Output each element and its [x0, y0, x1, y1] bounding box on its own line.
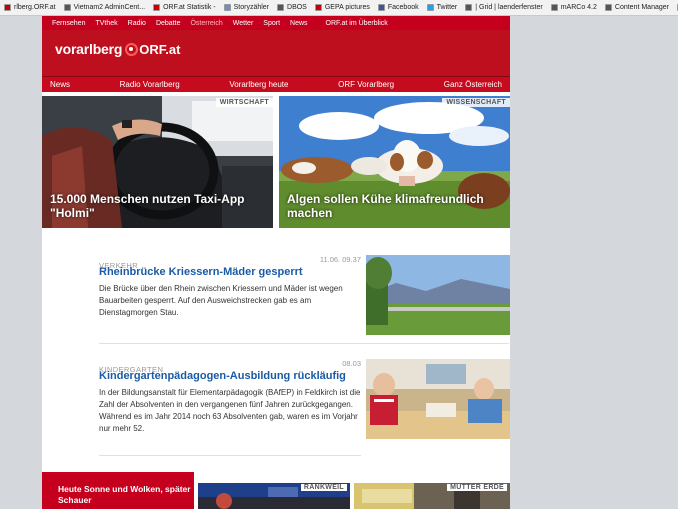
top-nav-item[interactable]: TVthek: [85, 20, 117, 27]
bookmark-favicon-icon: [153, 4, 161, 11]
bookmark-item[interactable]: Cumulus: [673, 4, 678, 11]
top-nav-item[interactable]: Wetter: [223, 20, 254, 27]
bookmark-favicon-icon: [426, 4, 434, 11]
bookmark-label: Content Manager: [614, 4, 669, 11]
article-thumb-bridge[interactable]: [366, 255, 510, 335]
bookmarks-bar: rlberg.ORF.at Vietnam2 AdminCent... ORF.at…: [0, 0, 678, 16]
bookmark-favicon-icon: [314, 4, 322, 11]
bookmark-favicon-icon: [550, 4, 558, 11]
top-nav-item[interactable]: Österreich: [180, 20, 222, 27]
section-nav-item[interactable]: ORF Vorarlberg: [338, 80, 394, 89]
top-nav-item[interactable]: ORF.at im Überblick: [316, 20, 388, 27]
bookmark-item[interactable]: Storyzähler: [220, 4, 273, 11]
article-text: In der Bildungsanstalt für Elementarpäda…: [99, 388, 361, 433]
article-rheinbruecke[interactable]: VERKEHR 11.06. 09.37 Rheinbrücke Kriesse…: [99, 255, 510, 335]
top-nav-item[interactable]: Debatte: [146, 20, 181, 27]
article-divider: [99, 343, 509, 344]
bookmark-label: GEPA pictures: [324, 4, 370, 11]
bookmark-item[interactable]: Facebook: [374, 4, 423, 11]
site-header: vorarlberg ORF.at: [42, 30, 510, 76]
bookmark-item[interactable]: rlberg.ORF.at: [0, 4, 60, 11]
bookmark-favicon-icon: [63, 4, 71, 11]
article-meta: KINDERGARTEN 08.03: [99, 359, 361, 374]
article-meta: VERKEHR 11.06. 09.37: [99, 255, 361, 270]
section-navigation: News Radio Vorarlberg Vorarlberg heute ORF …: [42, 76, 510, 92]
top-nav-item[interactable]: Sport: [253, 20, 280, 27]
bookmark-item[interactable]: GEPA pictures: [311, 4, 374, 11]
bookmark-label: mARCo 4.2: [560, 4, 597, 11]
teaser-title[interactable]: 15.000 Menschen nutzen Taxi-App "Holmi": [50, 192, 267, 220]
logo-region: vorarlberg: [55, 41, 123, 57]
bookmark-item[interactable]: | Grid | laenderfenster: [461, 4, 546, 11]
article-headline[interactable]: Rheinbrücke Kriessern-Mäder gesperrt: [99, 266, 361, 279]
bookmark-favicon-icon: [604, 4, 612, 11]
bookmark-item[interactable]: DBOS: [273, 4, 311, 11]
section-nav-item[interactable]: Radio Vorarlberg: [120, 80, 180, 89]
bookmark-label: Storyzähler: [233, 4, 270, 11]
article-thumb-classroom[interactable]: [366, 359, 510, 439]
bookmark-label: ORF.at Statistik -: [163, 4, 216, 11]
section-nav-item[interactable]: News: [50, 80, 70, 89]
bookmark-item[interactable]: Content Manager: [601, 4, 673, 11]
bookmark-favicon-icon: [4, 4, 11, 11]
article-time: 08.03: [342, 359, 361, 368]
bookmark-label: DBOS: [287, 4, 307, 11]
teaser-title[interactable]: Algen sollen Kühe klimafreundlich machen: [287, 192, 504, 220]
top-nav-item[interactable]: Radio: [118, 20, 146, 27]
orf-eye-icon: [125, 42, 139, 56]
section-nav-item[interactable]: Ganz Österreich: [444, 80, 502, 89]
article-headline[interactable]: Kindergartenpädagogen-Ausbildung rückläu…: [99, 370, 361, 383]
teaser-cows-algae[interactable]: WISSENSCHAFT Algen sollen Kühe klimafreu…: [279, 96, 510, 228]
site-logo[interactable]: vorarlberg ORF.at: [55, 41, 180, 57]
bottom-teaser-tag: MUTTER ERDE: [447, 484, 507, 491]
bookmark-item[interactable]: Vietnam2 AdminCent...: [60, 4, 149, 11]
bookmark-favicon-icon: [223, 4, 231, 11]
top-nav-item[interactable]: News: [280, 20, 308, 27]
logo-brand: ORF.at: [139, 41, 181, 57]
weather-box[interactable]: Heute Sonne und Wolken, später Schauer: [42, 472, 194, 509]
bookmark-favicon-icon: [465, 4, 473, 11]
bookmark-label: | Grid | laenderfenster: [475, 4, 543, 11]
teaser-category-tag: WISSENSCHAFT: [442, 98, 510, 107]
article-kindergarten[interactable]: KINDERGARTEN 08.03 Kindergartenpädagogen…: [99, 359, 510, 449]
article-time: 11.06. 09.37: [319, 255, 361, 264]
section-nav-item[interactable]: Vorarlberg heute: [229, 80, 288, 89]
bookmark-label: Vietnam2 AdminCent...: [73, 4, 146, 11]
bookmark-item[interactable]: ORF.at Statistik -: [149, 4, 220, 11]
bookmark-favicon-icon: [277, 4, 285, 11]
teaser-category-tag: WIRTSCHAFT: [215, 98, 273, 107]
article-divider: [99, 455, 361, 456]
article-text: Die Brücke über den Rhein zwischen Kries…: [99, 284, 343, 317]
bookmark-favicon-icon: [377, 4, 385, 11]
bookmark-label: Twitter: [436, 4, 458, 11]
bottom-teaser-tag: RANKWEIL: [300, 484, 347, 491]
top-nav-item[interactable]: Fernsehen: [42, 20, 85, 27]
bookmark-item[interactable]: Twitter: [423, 4, 462, 11]
top-navigation: Fernsehen TVthek Radio Debatte Österreich Wet…: [42, 16, 510, 30]
bottom-teaser-mutter-erde[interactable]: MUTTER ERDE: [354, 483, 510, 509]
bottom-teaser-rankweil[interactable]: RANKWEIL: [198, 483, 350, 509]
bookmark-label: rlberg.ORF.at: [14, 4, 56, 11]
bookmark-item[interactable]: mARCo 4.2: [547, 4, 601, 11]
orf-page: Fernsehen TVthek Radio Debatte Österreich Wet…: [42, 16, 510, 509]
bookmark-label: Facebook: [387, 4, 419, 11]
teaser-taxi-app[interactable]: WIRTSCHAFT 15.000 Menschen nutzen Taxi-A…: [42, 96, 273, 228]
